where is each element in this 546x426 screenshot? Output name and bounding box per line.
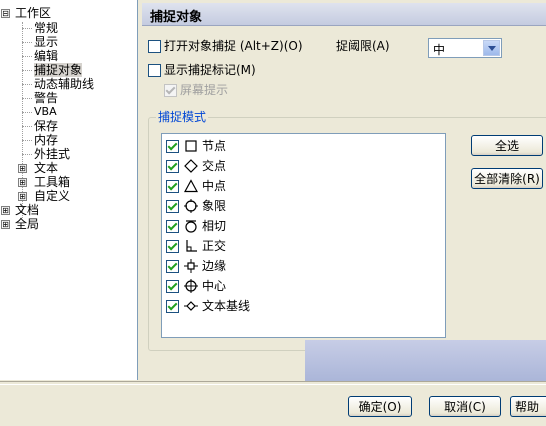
list-item[interactable]: 节点 — [162, 136, 445, 156]
tree-item-warnings[interactable]: 警告 — [34, 91, 58, 105]
threshold-select[interactable]: 中 — [428, 38, 502, 58]
expand-icon[interactable]: ⊞ — [1, 220, 10, 229]
collapse-icon[interactable]: ⊟ — [1, 9, 10, 18]
screen-tip-label: 屏幕提示 — [180, 83, 229, 97]
snap-on-label: 打开对象捕捉 (Alt+Z)(O) — [164, 39, 303, 53]
list-item[interactable]: 相切 — [162, 216, 445, 236]
snap-modes-list[interactable]: 节点 交点 中点 象限 相切 正交 边缘 中心 文本基线 — [161, 133, 446, 338]
tree-connector — [22, 84, 32, 85]
clear-all-button[interactable]: 全部清除(R) — [471, 168, 543, 189]
mode-checkbox[interactable] — [166, 140, 179, 153]
tree-connector — [22, 42, 32, 43]
perpendicular-icon — [186, 240, 197, 252]
tree-connector — [22, 98, 32, 99]
list-item[interactable]: 正交 — [162, 236, 445, 256]
baseline-icon — [184, 301, 198, 311]
tree-connector — [22, 140, 32, 141]
diamond-icon — [184, 159, 198, 173]
tree-item-edit[interactable]: 编辑 — [34, 49, 58, 63]
tree-item-vba[interactable]: VBA — [34, 105, 57, 119]
mode-checkbox[interactable] — [166, 280, 179, 293]
tree-item-general[interactable]: 常规 — [34, 21, 58, 35]
list-item[interactable]: 中心 — [162, 276, 445, 296]
cancel-button[interactable]: 取消(C) — [429, 396, 501, 417]
show-marker-label: 显示捕捉标记(M) — [164, 63, 256, 77]
tree-connector — [22, 70, 32, 71]
mode-checkbox[interactable] — [166, 200, 179, 213]
list-item[interactable]: 象限 — [162, 196, 445, 216]
edge-icon — [184, 259, 198, 273]
tree-item-save[interactable]: 保存 — [34, 119, 58, 133]
tangent-icon — [185, 220, 197, 233]
tree-item-display[interactable]: 显示 — [34, 35, 58, 49]
center-icon — [184, 279, 198, 293]
select-all-button[interactable]: 全选 — [471, 135, 543, 156]
snap-on-checkbox[interactable] — [148, 40, 161, 53]
show-marker-checkbox[interactable] — [148, 64, 161, 77]
list-item[interactable]: 交点 — [162, 156, 445, 176]
page-title: 捕捉对象 — [150, 10, 203, 25]
page-header: 捕捉对象 — [142, 3, 546, 26]
expand-icon[interactable]: ⊞ — [1, 206, 10, 215]
mode-checkbox[interactable] — [166, 220, 179, 233]
divider — [0, 381, 546, 385]
list-item[interactable]: 文本基线 — [162, 296, 445, 316]
threshold-label: 捉阈限(A) — [336, 39, 390, 53]
expand-icon[interactable]: ⊞ — [18, 192, 27, 201]
threshold-value: 中 — [433, 43, 446, 57]
list-item[interactable]: 中点 — [162, 176, 445, 196]
triangle-icon — [184, 179, 198, 193]
options-tree[interactable]: ⊟ 工作区 常规 显示 编辑 捕捉对象 动态辅助线 警告 VBA 保存 内存 外… — [0, 0, 138, 380]
mode-checkbox[interactable] — [166, 260, 179, 273]
tree-connector — [22, 28, 32, 29]
square-icon — [185, 140, 197, 152]
snap-modes-title: 捕捉模式 — [156, 110, 209, 124]
expand-icon[interactable]: ⊞ — [18, 178, 27, 187]
chevron-down-icon[interactable] — [483, 40, 500, 56]
screen-tip-checkbox[interactable] — [164, 84, 177, 97]
expand-icon[interactable]: ⊞ — [18, 164, 27, 173]
ok-button[interactable]: 确定(O) — [348, 396, 412, 417]
tree-item-memory[interactable]: 内存 — [34, 133, 58, 147]
mode-checkbox[interactable] — [166, 180, 179, 193]
quadrant-circle-icon — [184, 199, 198, 213]
tree-connector — [22, 112, 32, 113]
decorative-banner — [305, 340, 546, 382]
list-item[interactable]: 边缘 — [162, 256, 445, 276]
tree-connector — [22, 126, 32, 127]
tree-connector — [22, 154, 32, 155]
help-button[interactable]: 帮助 — [510, 396, 546, 417]
tree-connector — [22, 22, 23, 218]
mode-checkbox[interactable] — [166, 300, 179, 313]
tree-connector — [22, 56, 32, 57]
mode-checkbox[interactable] — [166, 160, 179, 173]
tree-item-plugins[interactable]: 外挂式 — [34, 147, 70, 161]
tree-item-snap-objects[interactable]: 捕捉对象 — [34, 63, 83, 77]
mode-checkbox[interactable] — [166, 240, 179, 253]
tree-item-dynamic-guides[interactable]: 动态辅助线 — [34, 77, 94, 91]
